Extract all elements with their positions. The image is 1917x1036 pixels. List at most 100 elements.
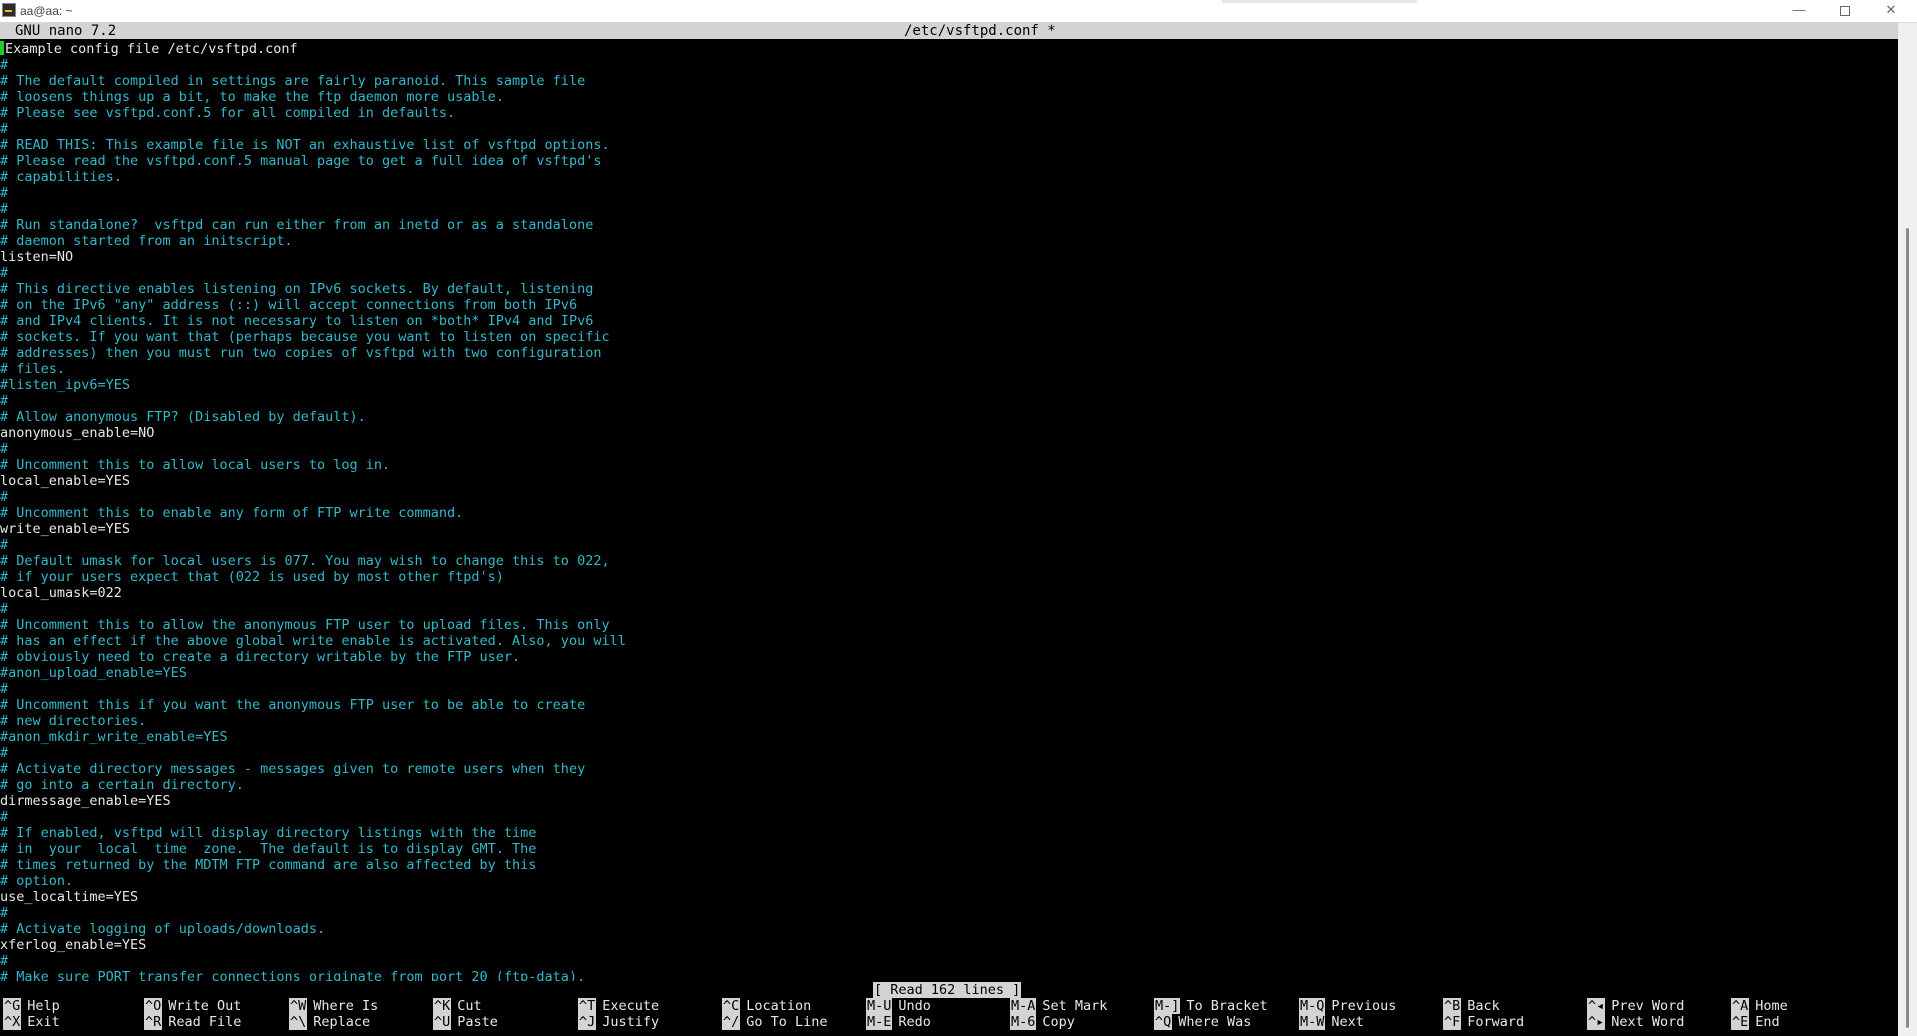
editor-line-text: # Please see vsftpd.conf.5 for all compi… [0, 105, 456, 121]
shortcut-label: Replace [313, 1014, 371, 1030]
editor-line-text: listen=NO [0, 249, 74, 265]
editor-line: # [0, 201, 1898, 217]
editor-line: # has an effect if the above global writ… [0, 633, 1898, 649]
shortcut-next[interactable]: M-W Next [1299, 1014, 1364, 1030]
shortcut-redo[interactable]: M-E Redo [866, 1014, 931, 1030]
editor-line: # obviously need to create a directory w… [0, 649, 1898, 665]
window-title: aa@aa: ~ [20, 4, 73, 18]
shortcut-justify[interactable]: ^J Justify [578, 1014, 659, 1030]
editor-line-text: # [0, 265, 9, 281]
editor-line: # files. [0, 361, 1898, 377]
terminal-window: aa@aa: ~ — ✕ GNU nano 7.2 /etc/vsftpd.co… [0, 0, 1917, 1036]
shortcut-write-out[interactable]: ^O Write Out [144, 998, 241, 1014]
shortcut-end[interactable]: ^E End [1731, 1014, 1780, 1030]
file-name: /etc/vsftpd.conf * [904, 23, 1056, 39]
editor-line: # [0, 601, 1898, 617]
editor-line: # The default compiled in settings are f… [0, 73, 1898, 89]
editor-line-text: local_umask=022 [0, 585, 122, 601]
editor-line: anonymous_enable=NO [0, 425, 1898, 441]
window-titlebar[interactable]: aa@aa: ~ — ✕ [0, 0, 1917, 23]
shortcut-key: ^T [578, 998, 597, 1014]
editor-line: # Activate directory messages - messages… [0, 761, 1898, 777]
editor-line: # capabilities. [0, 169, 1898, 185]
editor-line-text: dirmessage_enable=YES [0, 793, 171, 809]
shortcut-key: M-6 [1010, 1014, 1037, 1030]
editor-line-text: # Please read the vsftpd.conf.5 manual p… [0, 153, 602, 169]
editor-line-text: # times returned by the MDTM FTP command… [0, 857, 537, 873]
editor-line-text: # READ THIS: This example file is NOT an… [0, 137, 610, 153]
editor-line: local_enable=YES [0, 473, 1898, 489]
editor-text-area[interactable]: Example config file /etc/vsftpd.conf # # T… [0, 41, 1898, 981]
shortcut-home[interactable]: ^A Home [1731, 998, 1788, 1014]
shortcut-key: ^E [1731, 1014, 1750, 1030]
editor-line-text: # [0, 121, 9, 137]
text-cursor [0, 41, 4, 55]
editor-line-text: #listen_ipv6=YES [0, 377, 131, 393]
shortcut-key: M-E [866, 1014, 893, 1030]
editor-line: local_umask=022 [0, 585, 1898, 601]
shortcut-label: Paste [457, 1014, 498, 1030]
editor-line-text: # [0, 57, 9, 73]
editor-line: # [0, 393, 1898, 409]
editor-line: Example config file /etc/vsftpd.conf [0, 41, 1898, 57]
editor-line-text: # [0, 681, 9, 697]
editor-line: # on the IPv6 "any" address (::) will ac… [0, 297, 1898, 313]
shortcut-label: Location [746, 998, 812, 1014]
minimize-button[interactable]: — [1776, 0, 1822, 22]
shortcut-exit[interactable]: ^X Exit [3, 1014, 60, 1030]
shortcut-go-to-line[interactable]: ^/ Go To Line [722, 1014, 828, 1030]
title-drag-region [1222, 0, 1417, 3]
shortcut-help[interactable]: ^G Help [3, 998, 60, 1014]
shortcut-label: Copy [1042, 1014, 1075, 1030]
shortcut-back[interactable]: ^B Back [1443, 998, 1500, 1014]
shortcut-label: Undo [898, 998, 931, 1014]
shortcut-forward[interactable]: ^F Forward [1443, 1014, 1524, 1030]
editor-line: # option. [0, 873, 1898, 889]
shortcut-key: ^▸ [1587, 1014, 1606, 1030]
shortcut-label: Back [1467, 998, 1500, 1014]
shortcut-key: ^J [578, 1014, 597, 1030]
editor-line-text: # If enabled, vsftpd will display direct… [0, 825, 537, 841]
editor-line-text: # if your users expect that (022 is used… [0, 569, 504, 585]
shortcut-key: ^A [1731, 998, 1750, 1014]
shortcut-undo[interactable]: M-U Undo [866, 998, 931, 1014]
editor-line-text: # go into a certain directory. [0, 777, 244, 793]
vertical-scrollbar[interactable] [1898, 23, 1917, 1036]
shortcut-execute[interactable]: ^T Execute [578, 998, 659, 1014]
editor-line: # Uncomment this if you want the anonymo… [0, 697, 1898, 713]
shortcut-to-bracket[interactable]: M-] To Bracket [1154, 998, 1268, 1014]
shortcut-replace[interactable]: ^\ Replace [289, 1014, 370, 1030]
shortcut-cut[interactable]: ^K Cut [433, 998, 482, 1014]
editor-line-text: # [0, 201, 9, 217]
editor-line: # [0, 953, 1898, 969]
shortcut-where-was[interactable]: ^Q Where Was [1154, 1014, 1251, 1030]
editor-line: # [0, 489, 1898, 505]
shortcut-copy[interactable]: M-6 Copy [1010, 1014, 1075, 1030]
shortcut-paste[interactable]: ^U Paste [433, 1014, 498, 1030]
shortcut-location[interactable]: ^C Location [722, 998, 811, 1014]
shortcut-label: Home [1755, 998, 1788, 1014]
maximize-button[interactable] [1822, 0, 1868, 22]
shortcut-label: Cut [457, 998, 482, 1014]
shortcut-next-word[interactable]: ^▸ Next Word [1587, 1014, 1684, 1030]
editor-line-text: # capabilities. [0, 169, 122, 185]
shortcut-key: ^Q [1154, 1014, 1173, 1030]
editor-line-text: # files. [0, 361, 66, 377]
shortcut-key: ^K [433, 998, 452, 1014]
shortcut-previous[interactable]: M-Q Previous [1299, 998, 1396, 1014]
shortcut-label: Write Out [168, 998, 242, 1014]
editor-line-text: # new directories. [0, 713, 147, 729]
editor-line: # This directive enables listening on IP… [0, 281, 1898, 297]
editor-line-text: xferlog_enable=YES [0, 937, 147, 953]
shortcut-label: Prev Word [1611, 998, 1685, 1014]
scrollbar-thumb[interactable] [1906, 228, 1909, 1028]
shortcut-label: Go To Line [746, 1014, 828, 1030]
close-button[interactable]: ✕ [1868, 0, 1914, 22]
shortcut-set-mark[interactable]: M-A Set Mark [1010, 998, 1107, 1014]
editor-line: xferlog_enable=YES [0, 937, 1898, 953]
editor-line-text: write_enable=YES [0, 521, 131, 537]
shortcut-label: Forward [1467, 1014, 1525, 1030]
shortcut-where-is[interactable]: ^W Where Is [289, 998, 378, 1014]
shortcut-prev-word[interactable]: ^◂ Prev Word [1587, 998, 1684, 1014]
shortcut-read-file[interactable]: ^R Read File [144, 1014, 241, 1030]
